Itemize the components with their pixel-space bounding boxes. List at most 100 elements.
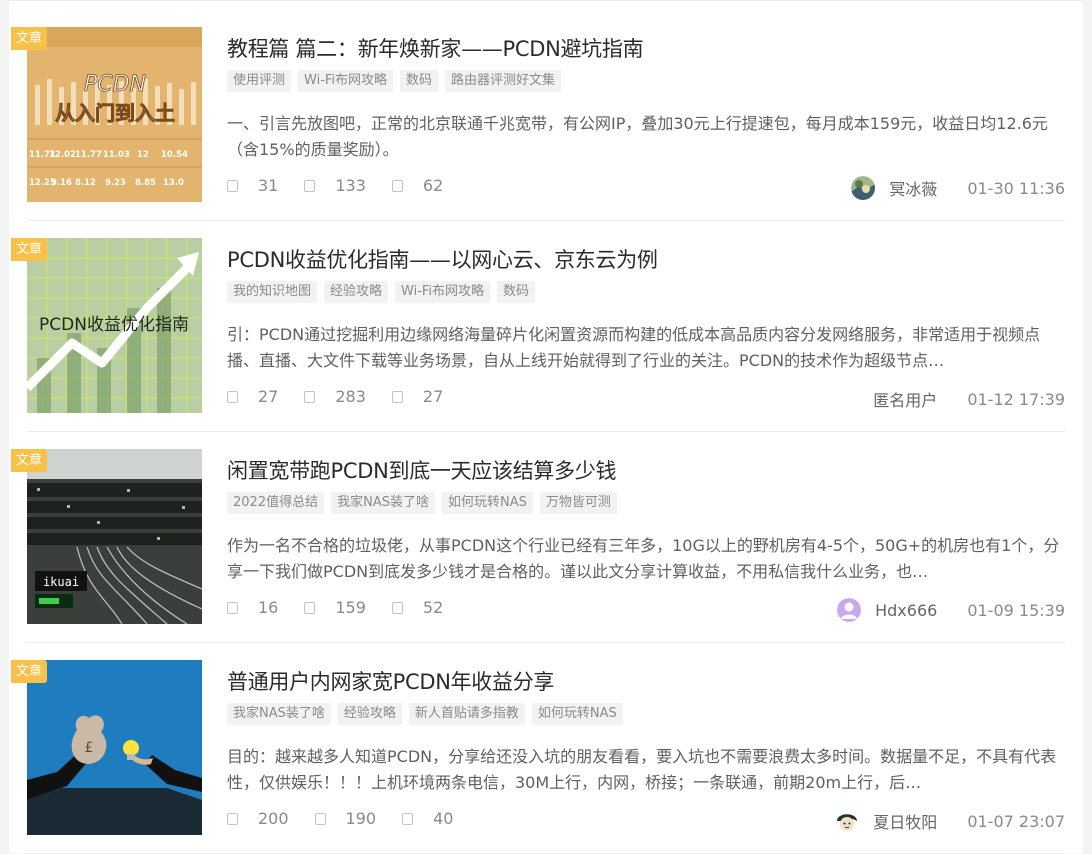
article-summary[interactable]: 一、引言先放图吧，正常的北京联通千兆宽带，有公网IP，叠加30元上行提速包，每月… — [227, 111, 1065, 163]
avatar[interactable] — [835, 809, 860, 833]
tag[interactable]: 数码 — [400, 70, 439, 92]
article-title[interactable]: PCDN收益优化指南——以网心云、京东云为例 — [227, 244, 658, 274]
article-thumbnail[interactable]: £ — [27, 660, 202, 835]
avatar[interactable] — [851, 176, 876, 200]
favorite-stat[interactable]: 133 — [304, 176, 366, 195]
server-rack-cover-icon: ikuai — [27, 449, 202, 624]
svg-text:13.0: 13.0 — [163, 178, 184, 188]
star-icon — [314, 812, 326, 825]
tag[interactable]: 如何玩转NAS — [441, 492, 533, 514]
avatar[interactable] — [837, 598, 862, 622]
comment-icon — [391, 179, 403, 192]
article-thumbnail[interactable]: PCDN收益优化指南 — [27, 238, 202, 413]
article-type-badge: 文章 — [11, 449, 47, 472]
favorite-count: 159 — [335, 598, 366, 617]
comment-stat[interactable]: 62 — [391, 176, 444, 195]
star-icon — [304, 390, 316, 403]
article-title[interactable]: 教程篇 篇二：新年焕新家——PCDN避坑指南 — [227, 33, 644, 63]
user-avatar-icon — [837, 598, 862, 622]
comment-count: 52 — [422, 598, 444, 617]
like-count: 16 — [258, 598, 279, 617]
article-content: 普通用户内网家宽PCDN年收益分享 我家NAS装了啥 经验攻略 新人首贴请多指教… — [227, 660, 1065, 835]
svg-text:8.85: 8.85 — [135, 178, 156, 188]
tag[interactable]: 万物皆可测 — [539, 492, 617, 514]
like-icon — [227, 812, 238, 825]
article-meta: 夏日牧阳 01-07 23:07 — [835, 809, 1065, 833]
article-thumbnail[interactable]: ikuai — [27, 449, 202, 624]
author-name[interactable]: Hdx666 — [875, 601, 937, 620]
publish-time: 01-12 17:39 — [967, 389, 1065, 409]
article-meta: Hdx666 01-09 15:39 — [837, 598, 1065, 622]
article-item[interactable]: PCDN 从入门到入土 11.71 12.02 11.77 11.03 12 1… — [11, 10, 1065, 221]
article-stats: 27 283 27 — [227, 387, 469, 406]
like-count: 31 — [258, 176, 279, 195]
article-item[interactable]: £ 文章 普通用户内网家宽PCDN年收益分享 我家NAS装了啥 经验攻略 新人首… — [11, 643, 1065, 854]
article-item[interactable]: ikuai 文章 闲置宽带跑PCDN到底一天应该结算多少钱 2022值得总结 我… — [11, 432, 1065, 643]
comment-count: 62 — [422, 176, 444, 195]
like-count: 27 — [258, 387, 279, 406]
article-title[interactable]: 闲置宽带跑PCDN到底一天应该结算多少钱 — [227, 455, 617, 485]
favorite-stat[interactable]: 283 — [304, 387, 366, 406]
favorite-count: 190 — [345, 809, 377, 828]
favorite-stat[interactable]: 190 — [314, 809, 377, 828]
comment-stat[interactable]: 27 — [391, 387, 444, 406]
author-name[interactable]: 夏日牧阳 — [873, 809, 937, 833]
article-meta: 冥冰薇 01-30 11:36 — [851, 176, 1065, 200]
article-item[interactable]: PCDN收益优化指南 文章 PCDN收益优化指南——以网心云、京东云为例 我的知… — [11, 221, 1065, 432]
comment-count: 40 — [433, 809, 454, 828]
tag[interactable]: 使用评测 — [227, 70, 292, 92]
publish-time: 01-07 23:07 — [967, 811, 1065, 831]
svg-text:10.54: 10.54 — [161, 150, 188, 160]
like-stat[interactable]: 31 — [227, 176, 278, 195]
tag[interactable]: 经验攻略 — [324, 281, 389, 303]
author-name[interactable]: 冥冰薇 — [889, 176, 937, 200]
growth-arrow-cover-icon: PCDN收益优化指南 — [27, 238, 202, 413]
comment-stat[interactable]: 40 — [402, 809, 453, 828]
article-summary[interactable]: 引：PCDN通过挖掘利用边缘网络海量碎片化闲置资源而构建的低成本高品质内容分发网… — [227, 322, 1065, 374]
tag[interactable]: Wi-Fi布网攻略 — [395, 281, 491, 303]
svg-text:ikuai: ikuai — [43, 575, 79, 589]
tag[interactable]: 我家NAS装了啥 — [331, 492, 435, 514]
tag[interactable]: Wi-Fi布网攻略 — [298, 70, 394, 92]
like-count: 200 — [258, 809, 289, 828]
favorite-count: 283 — [335, 387, 366, 406]
svg-text:PCDN收益优化指南: PCDN收益优化指南 — [39, 315, 189, 335]
article-meta: 匿名用户 01-12 17:39 — [873, 387, 1065, 411]
tag[interactable]: 我家NAS装了啥 — [227, 703, 331, 725]
article-list: PCDN 从入门到入土 11.71 12.02 11.77 11.03 12 1… — [9, 0, 1083, 854]
cartoon-avatar-icon — [835, 809, 860, 833]
publish-time: 01-09 15:39 — [967, 600, 1065, 620]
tag[interactable]: 我的知识地图 — [227, 281, 318, 303]
star-icon — [304, 179, 316, 192]
svg-text:8.12: 8.12 — [75, 178, 96, 188]
tag[interactable]: 新人首贴请多指教 — [408, 703, 525, 725]
publish-time: 01-30 11:36 — [967, 178, 1065, 198]
like-stat[interactable]: 27 — [227, 387, 278, 406]
money-idea-cover-icon: £ — [27, 660, 202, 835]
comment-icon — [391, 601, 403, 614]
author-name: 匿名用户 — [873, 391, 938, 410]
tag[interactable]: 如何玩转NAS — [531, 703, 623, 725]
tag[interactable]: 2022值得总结 — [227, 492, 325, 514]
like-icon — [227, 179, 238, 192]
article-stats: 16 159 52 — [227, 598, 469, 617]
comment-icon — [391, 390, 403, 403]
favorite-stat[interactable]: 159 — [304, 598, 366, 617]
svg-text:12.02: 12.02 — [49, 150, 76, 160]
tag-list: 2022值得总结 我家NAS装了啥 如何玩转NAS 万物皆可测 — [227, 492, 617, 514]
svg-text:11.77: 11.77 — [75, 150, 102, 160]
article-summary[interactable]: 作为一名不合格的垃圾佬，从事PCDN这个行业已经有三年多，10G以上的野机房有4… — [227, 533, 1065, 585]
tag[interactable]: 数码 — [497, 281, 536, 303]
article-summary[interactable]: 目的：越来越多人知道PCDN，分享给还没入坑的朋友看看，要入坑也不需要浪费太多时… — [227, 744, 1065, 796]
tag[interactable]: 路由器评测好文集 — [445, 70, 562, 92]
svg-text:从入门到入土: 从入门到入土 — [55, 101, 175, 125]
comment-count: 27 — [422, 387, 444, 406]
like-stat[interactable]: 16 — [227, 598, 278, 617]
like-stat[interactable]: 200 — [227, 809, 289, 828]
article-title[interactable]: 普通用户内网家宽PCDN年收益分享 — [227, 666, 554, 696]
article-thumbnail[interactable]: PCDN 从入门到入土 11.71 12.02 11.77 11.03 12 1… — [27, 27, 202, 202]
comment-stat[interactable]: 52 — [391, 598, 444, 617]
article-type-badge: 文章 — [11, 27, 47, 50]
tag[interactable]: 经验攻略 — [337, 703, 402, 725]
article-stats: 200 190 40 — [227, 809, 479, 828]
